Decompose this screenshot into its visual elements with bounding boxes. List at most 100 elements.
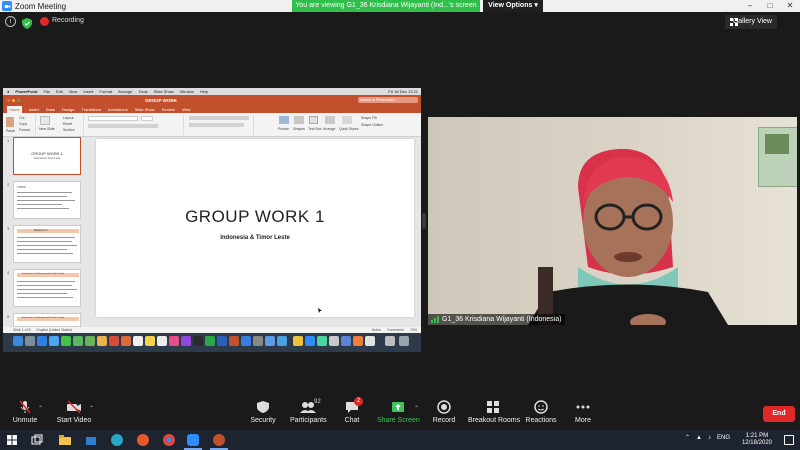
slide-subtitle: Indonesia & Timor Leste (220, 235, 290, 241)
edge-icon[interactable] (110, 433, 124, 447)
view-options-button[interactable]: View Options ▾ (483, 0, 543, 12)
gallery-view-button[interactable]: Gallery View (725, 15, 777, 29)
thumb-title: Background (34, 229, 48, 232)
app-icon (341, 336, 351, 346)
unmute-button[interactable]: Unmute (8, 400, 42, 428)
mac-menu-item: Tools (138, 89, 148, 94)
record-button[interactable]: Record (432, 400, 456, 428)
ppt-search-box: Search in Presentation (358, 97, 418, 103)
speaker-person (528, 148, 728, 325)
language-indicator[interactable]: ENG (717, 435, 730, 441)
ppt-tab: Insert (28, 106, 39, 112)
mac-menu-app: PowerPoint (15, 89, 38, 94)
breakout-rooms-icon (487, 401, 499, 413)
chat-badge: 2 (354, 397, 363, 406)
start-video-label: Start Video (56, 417, 92, 424)
text-box-icon (309, 116, 318, 124)
system-tray: ⌃ ▲ ♪ ENG (685, 434, 730, 442)
notification-icon[interactable] (784, 435, 794, 445)
ppt-title-bar: GROUP WORK Search in Presentation (3, 95, 421, 105)
recording-dot-icon (40, 17, 49, 26)
file-explorer-icon[interactable] (58, 433, 72, 447)
meeting-top-bar: i Recording (0, 12, 800, 32)
app-icon (329, 336, 339, 346)
share-options-caret-icon[interactable]: ⌃ (414, 405, 419, 412)
ppt-tab: Review (161, 106, 175, 112)
mouse-cursor-icon (318, 308, 322, 313)
participants-label: Participants (290, 417, 327, 424)
ppt-format-label: Format (19, 128, 31, 132)
minimize-button[interactable]: – (740, 0, 760, 12)
video-options-caret-icon[interactable]: ⌃ (89, 405, 94, 412)
mac-dock (3, 333, 421, 352)
windows-start-icon[interactable] (5, 433, 19, 447)
ppt-ribbon-tabs: Home Insert Draw Design Transitions Anim… (3, 105, 421, 113)
shapes-icon (294, 116, 304, 124)
task-view-icon[interactable] (30, 433, 44, 447)
thumb-title: TOPIC (17, 185, 27, 189)
encryption-shield-icon[interactable] (22, 16, 32, 29)
participants-count: 92 (314, 399, 321, 405)
arrange-icon (325, 116, 335, 124)
gallery-view-label: Gallery View (732, 18, 772, 25)
system-preferences-icon (253, 336, 263, 346)
security-button[interactable]: Security (248, 400, 278, 428)
slide-thumbnails: 1 GROUP WORK 1 Indonesia & Timor Leste 2… (3, 137, 87, 327)
trash-icon (399, 336, 409, 346)
slide-thumbnail: 1 GROUP WORK 1 Indonesia & Timor Leste (7, 137, 81, 175)
chrome-icon[interactable] (162, 433, 176, 447)
ppt-tab: Draw (45, 106, 56, 112)
reminders-icon (157, 336, 167, 346)
mac-menu-item: Insert (83, 89, 94, 94)
breakout-rooms-button[interactable]: Breakout Rooms (468, 400, 520, 428)
font-name-box (88, 116, 138, 121)
music-icon (169, 336, 179, 346)
ppt-tab: Slide Show (134, 106, 155, 112)
more-button[interactable]: More (572, 400, 594, 428)
signal-bars-icon (431, 316, 439, 323)
close-button[interactable]: ✕ (780, 0, 800, 12)
finder-icon (13, 336, 23, 346)
slide-thumbnail: 3 Background (7, 225, 81, 263)
photos-icon (97, 336, 107, 346)
network-icon[interactable]: ▲ (696, 435, 702, 441)
end-meeting-button[interactable]: End (763, 406, 795, 422)
window-title: Zoom Meeting (15, 1, 67, 11)
maximize-button[interactable]: □ (760, 0, 780, 12)
font-format-row (88, 124, 158, 128)
mac-menu-item: Slide Show (153, 89, 174, 94)
resize-handle[interactable] (422, 213, 426, 229)
notes-status: Notes (371, 328, 382, 332)
view-options-label: View Options (488, 2, 533, 9)
tray-chevron-icon[interactable]: ⌃ (685, 434, 690, 441)
record-icon (437, 400, 451, 414)
taskbar-clock[interactable]: 1:21 PM 12/18/2020 (742, 433, 772, 447)
ppt-tab: Home (7, 105, 22, 113)
share-screen-icon (392, 402, 404, 412)
safari-icon (37, 336, 47, 346)
store-icon[interactable] (84, 433, 98, 447)
new-slide-icon (40, 116, 50, 125)
firefox-icon[interactable] (136, 433, 150, 447)
powerpoint-taskbar-icon[interactable] (212, 433, 226, 447)
share-screen-button[interactable]: Share Screen (377, 400, 420, 428)
ppt-tab: Animations (107, 106, 128, 112)
ppt-arrange-label: Arrange (323, 127, 336, 131)
comments-status: Comments (387, 328, 404, 332)
app-icon (317, 336, 327, 346)
thumb-number: 2 (7, 182, 10, 187)
app-store-icon (241, 336, 251, 346)
audio-options-caret-icon[interactable]: ⌃ (38, 405, 43, 412)
zoom-icon (305, 336, 315, 346)
start-video-button[interactable]: Start Video (56, 400, 92, 428)
zoom-taskbar-icon[interactable] (186, 433, 200, 447)
downloads-icon (385, 336, 395, 346)
messages-icon (61, 336, 71, 346)
paragraph-row (189, 116, 249, 120)
language-status: English (United States) (36, 328, 73, 332)
thumb-number: 3 (7, 226, 10, 231)
volume-icon[interactable]: ♪ (708, 435, 711, 441)
reactions-button[interactable]: Reactions (525, 400, 557, 428)
meeting-info-icon[interactable]: i (5, 16, 16, 27)
shared-screen: ● PowerPoint File Edit View Insert Forma… (3, 88, 421, 352)
